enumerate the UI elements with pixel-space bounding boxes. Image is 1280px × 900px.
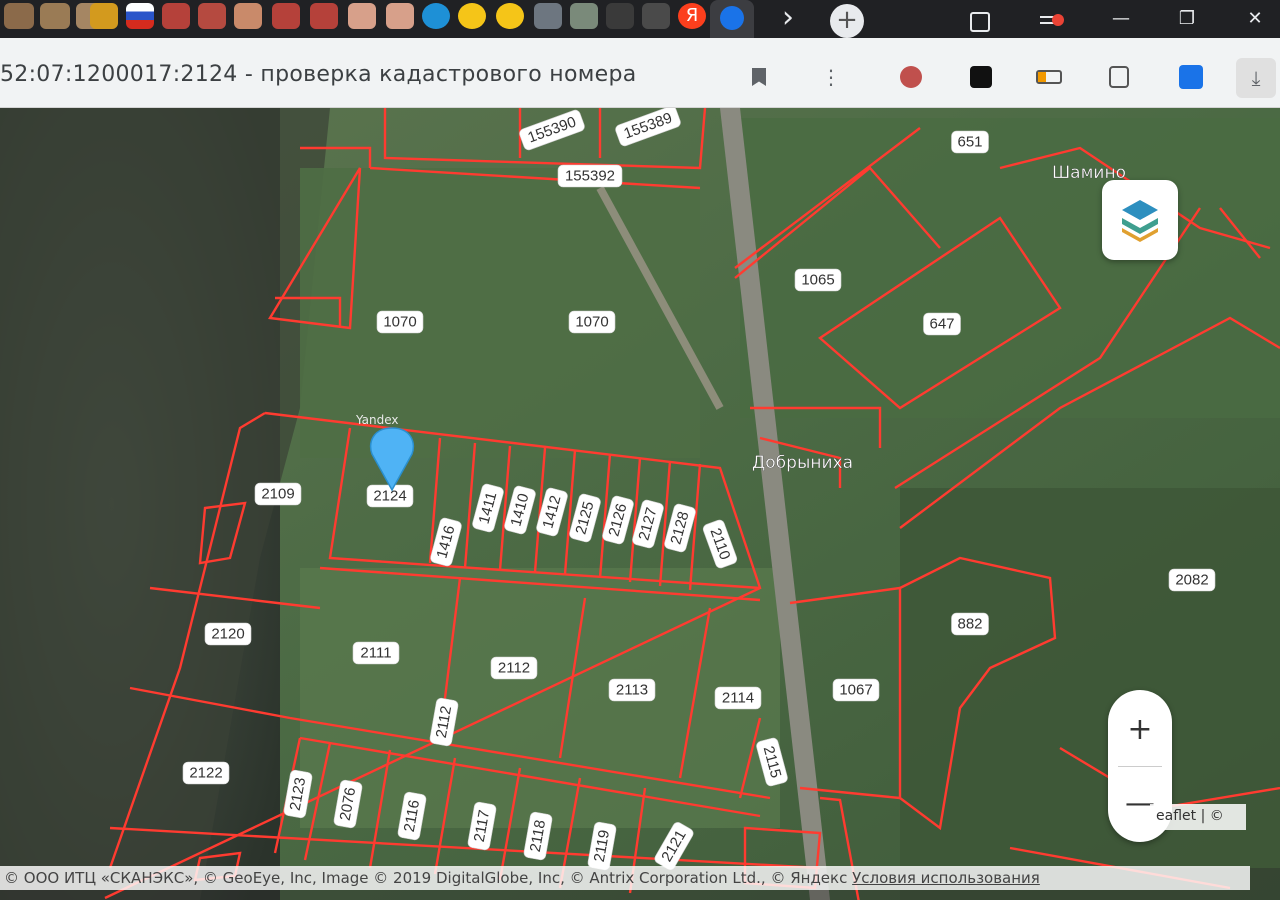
plot-number: 2122 [189, 765, 222, 782]
plot-label-1070[interactable]: 1070 [568, 310, 616, 334]
plot-number: 2113 [616, 682, 648, 699]
flag-icon[interactable] [126, 3, 154, 29]
yandex-icon[interactable]: Я [678, 3, 706, 29]
plot-label-2113[interactable]: 2113 [608, 678, 656, 702]
media-icon[interactable] [1040, 12, 1068, 32]
gov-seal-icon[interactable] [4, 3, 34, 29]
plot-label-2124[interactable]: 2124 [366, 484, 414, 508]
bookmark-icon[interactable] [90, 3, 118, 29]
plot-number: 882 [957, 616, 982, 633]
plot-number: 1070 [575, 314, 608, 331]
gov-seal-icon[interactable] [310, 3, 338, 29]
extension-icon[interactable] [896, 62, 926, 92]
plot-number: 2114 [722, 690, 754, 707]
plot-number: 647 [929, 316, 954, 333]
plot-number: 2120 [211, 626, 244, 643]
address-bar: 52:07:1200017:2124 - проверка кадастрово… [0, 38, 1280, 108]
pin-source-label: Yandex [355, 413, 399, 427]
plot-label-2082[interactable]: 2082 [1168, 568, 1216, 592]
plot-label-2111[interactable]: 2111 [352, 641, 400, 665]
plot-number: 1070 [383, 314, 416, 331]
plot-label-1067[interactable]: 1067 [832, 678, 880, 702]
plot-number: 2111 [360, 645, 391, 662]
extension-icon[interactable] [1176, 62, 1206, 92]
plot-label-651[interactable]: 651 [951, 130, 989, 154]
plot-number: 2082 [1175, 572, 1208, 589]
gov-seal-icon[interactable] [162, 3, 190, 29]
plot-label-2109[interactable]: 2109 [254, 482, 302, 506]
beeline-icon[interactable] [458, 3, 486, 29]
plot-label-2122[interactable]: 2122 [182, 761, 230, 785]
download-icon[interactable]: ⤓ [1236, 58, 1276, 98]
minimize-button[interactable]: — [1106, 8, 1136, 29]
layers-button[interactable] [1102, 180, 1178, 260]
extension-icon[interactable] [1104, 62, 1134, 92]
plot-label-2112[interactable]: 2112 [490, 656, 538, 680]
extension-icon[interactable] [966, 62, 996, 92]
layers-icon [1122, 200, 1158, 242]
map-attribution: © ООО ИТЦ «СКАНЭКС», © GeoEye, Inc, Imag… [0, 866, 1250, 890]
tabs-overview-icon[interactable] [970, 12, 990, 32]
forest-east [900, 488, 1280, 900]
menu-dots-icon[interactable]: ⋮ [816, 62, 846, 92]
app-icon[interactable] [606, 3, 634, 29]
zoom-in-button[interactable]: + [1108, 694, 1172, 764]
field-south [300, 568, 780, 828]
plot-number: 651 [957, 134, 982, 151]
bookmark-icon[interactable] [744, 62, 774, 92]
plot-number: 2109 [261, 486, 294, 503]
plot-label-1065[interactable]: 1065 [794, 268, 842, 292]
close-button[interactable]: ✕ [1240, 8, 1270, 29]
forest-area [740, 118, 1280, 418]
plot-number: 2124 [373, 488, 406, 505]
doc-icon[interactable] [386, 3, 414, 29]
battery-icon[interactable] [1034, 62, 1064, 92]
gov-seal-icon[interactable] [40, 3, 70, 29]
plot-label-882[interactable]: 882 [951, 612, 989, 636]
plot-label-647[interactable]: 647 [923, 312, 961, 336]
leaflet-attribution[interactable]: eaflet | © [1150, 804, 1246, 830]
zoom-divider [1118, 766, 1162, 767]
verified-icon [720, 6, 744, 30]
doc-icon[interactable] [570, 3, 598, 29]
gov-seal-icon[interactable] [272, 3, 300, 29]
active-tab[interactable] [710, 0, 754, 40]
plot-label-2114[interactable]: 2114 [714, 686, 762, 710]
plot-label-155392[interactable]: 155392 [557, 164, 623, 188]
plot-number: 155392 [565, 168, 615, 185]
plot-label-2120[interactable]: 2120 [204, 622, 252, 646]
next-tab-icon[interactable]: › [782, 0, 794, 35]
plot-label-1070[interactable]: 1070 [376, 310, 424, 334]
globe-icon[interactable] [422, 3, 450, 29]
plot-number: 1067 [839, 682, 872, 699]
plot-number: 1065 [801, 272, 834, 289]
page-title[interactable]: 52:07:1200017:2124 - проверка кадастрово… [0, 62, 637, 87]
terms-link[interactable]: Условия использования [852, 869, 1040, 887]
map[interactable]: 155390 155389 155392 651 1065 647 1070 1070 2109… [0, 108, 1280, 900]
place-label: Добрыниха [752, 453, 853, 473]
gov-seal-icon[interactable] [198, 3, 226, 29]
plot-number: 2112 [498, 660, 530, 677]
attribution-text: © ООО ИТЦ «СКАНЭКС», © GeoEye, Inc, Imag… [4, 869, 853, 887]
doc-icon[interactable] [234, 3, 262, 29]
app-icon[interactable] [642, 3, 670, 29]
new-tab-button[interactable]: + [830, 4, 864, 38]
beeline-icon[interactable] [496, 3, 524, 29]
restore-button[interactable]: ❐ [1172, 8, 1202, 29]
map-canvas[interactable]: 155390 15538915539265110656471070 10702109… [0, 108, 1280, 900]
bank-icon[interactable] [534, 3, 562, 29]
tab-strip: Я › + — ❐ ✕ [0, 0, 1280, 40]
doc-icon[interactable] [348, 3, 376, 29]
